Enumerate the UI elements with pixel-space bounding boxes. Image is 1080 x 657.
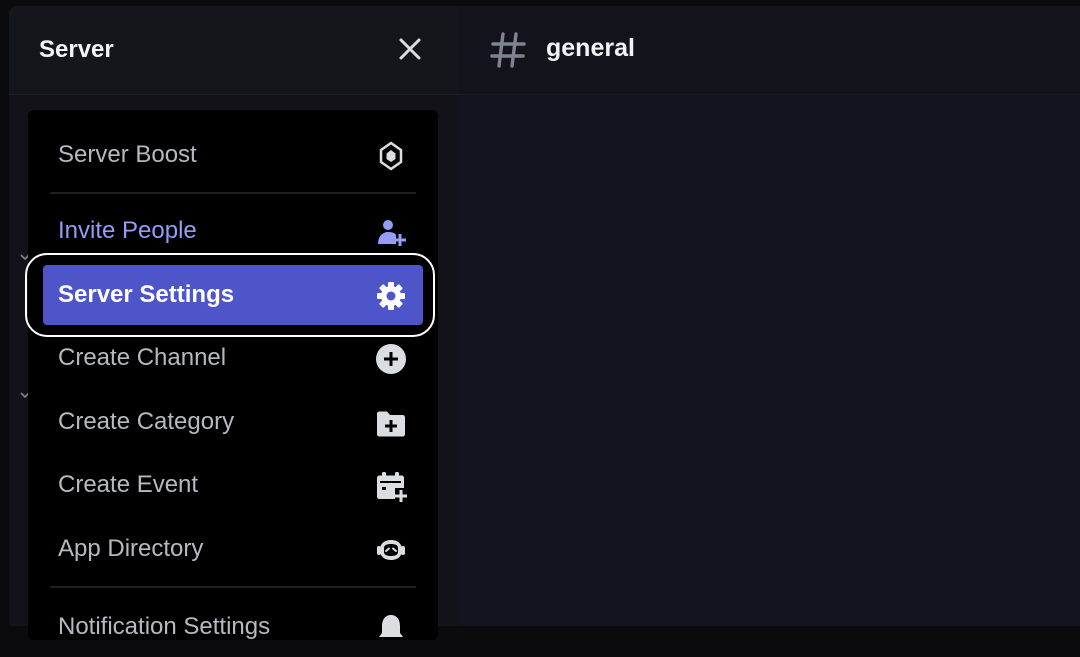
bell-icon [375,612,407,644]
menu-divider [50,586,416,588]
close-icon[interactable] [395,34,425,64]
menu-item-label: Create Category [58,408,235,435]
menu-item-create-category[interactable]: Create Category [43,392,423,452]
menu-item-server-settings[interactable]: Server Settings [43,265,423,325]
server-name[interactable]: Server [39,36,114,64]
discord-window: Server general Server Boost Invite Peopl… [0,0,1080,640]
menu-item-app-directory[interactable]: App Directory [43,519,423,579]
menu-item-label: Notification Settings [58,613,271,640]
menu-item-server-boost[interactable]: Server Boost [43,125,423,185]
gear-icon [375,280,407,312]
server-dropdown-menu: Server Boost Invite People Server Settin… [28,110,438,640]
menu-item-label: Create Channel [58,344,227,371]
menu-item-label: Server Settings [58,281,235,308]
channel-name: general [546,34,635,62]
app-directory-icon [375,534,407,566]
menu-item-notification-settings[interactable]: Notification Settings [43,597,423,657]
menu-item-invite-people[interactable]: Invite People [43,201,423,261]
hash-icon [490,32,526,68]
channel-header: general [458,6,1080,95]
invite-user-icon [375,216,407,248]
calendar-plus-icon [375,470,407,502]
menu-item-label: Server Boost [58,141,197,168]
folder-plus-icon [375,407,407,439]
menu-divider [50,192,416,194]
server-header[interactable]: Server [9,6,458,95]
menu-item-create-event[interactable]: Create Event [43,455,423,515]
boost-icon [375,140,407,172]
menu-item-create-channel[interactable]: Create Channel [43,328,423,388]
menu-item-label: App Directory [58,535,204,562]
menu-item-label: Invite People [58,217,197,244]
plus-circle-icon [375,343,407,375]
menu-item-label: Create Event [58,471,199,498]
channel-view: general [458,6,1080,626]
